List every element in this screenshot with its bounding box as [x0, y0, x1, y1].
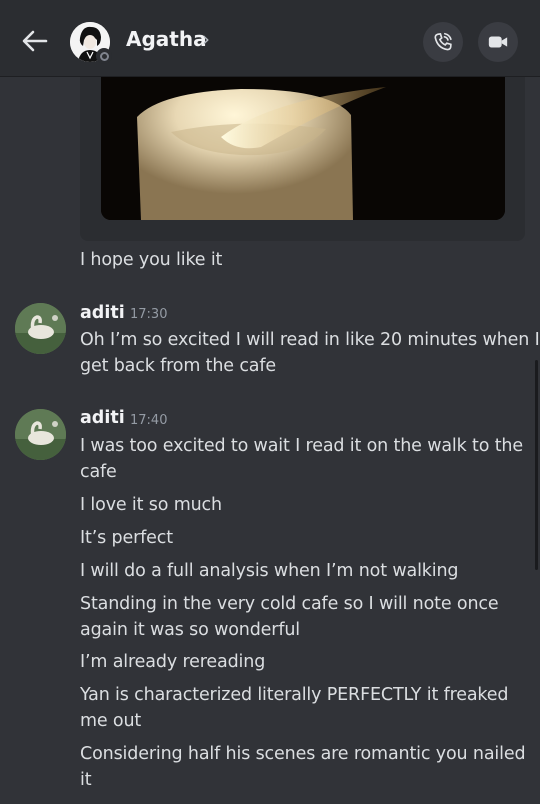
chevron-right-icon[interactable]: › [202, 27, 210, 51]
message-text: Standing in the very cold cafe so I will… [80, 594, 499, 614]
message-text: again it was so wonderful [80, 620, 301, 640]
timestamp: 17:30 [130, 307, 168, 322]
message-text: It’s perfect [80, 528, 173, 548]
call-button[interactable] [423, 22, 463, 62]
message-text: I will do a full analysis when I’m not w… [80, 561, 459, 581]
video-camera-icon [488, 36, 508, 48]
message-text: Considering half his scenes are romantic… [80, 744, 526, 764]
message-text: Oh I’m so excited I will read in like 20… [80, 330, 540, 350]
arrow-left-icon [22, 30, 48, 52]
timestamp: 17:40 [130, 413, 168, 428]
message-text: me out [80, 711, 142, 731]
message-text: get back from the cafe [80, 356, 276, 376]
phone-icon [434, 32, 452, 51]
candle-image[interactable] [101, 77, 505, 220]
status-indicator [96, 48, 112, 64]
message-text: I’m already rereading [80, 652, 266, 672]
image-embed [80, 77, 525, 241]
username[interactable]: aditi [80, 303, 125, 323]
back-button[interactable] [20, 26, 50, 56]
header-title[interactable]: Agatha [126, 27, 207, 51]
video-button[interactable] [478, 22, 518, 62]
message-text: I hope you like it [80, 250, 223, 270]
message-text: Yan is characterized literally PERFECTLY… [80, 685, 509, 705]
avatar[interactable] [15, 409, 66, 460]
chat-header: Agatha › [0, 0, 540, 77]
message-text: cafe [80, 462, 117, 482]
message-text: I love it so much [80, 495, 222, 515]
scrollbar[interactable] [535, 360, 538, 570]
message-text: I was too excited to wait I read it on t… [80, 436, 523, 456]
message-text: it [80, 770, 92, 790]
username[interactable]: aditi [80, 408, 125, 428]
avatar[interactable] [15, 303, 66, 354]
